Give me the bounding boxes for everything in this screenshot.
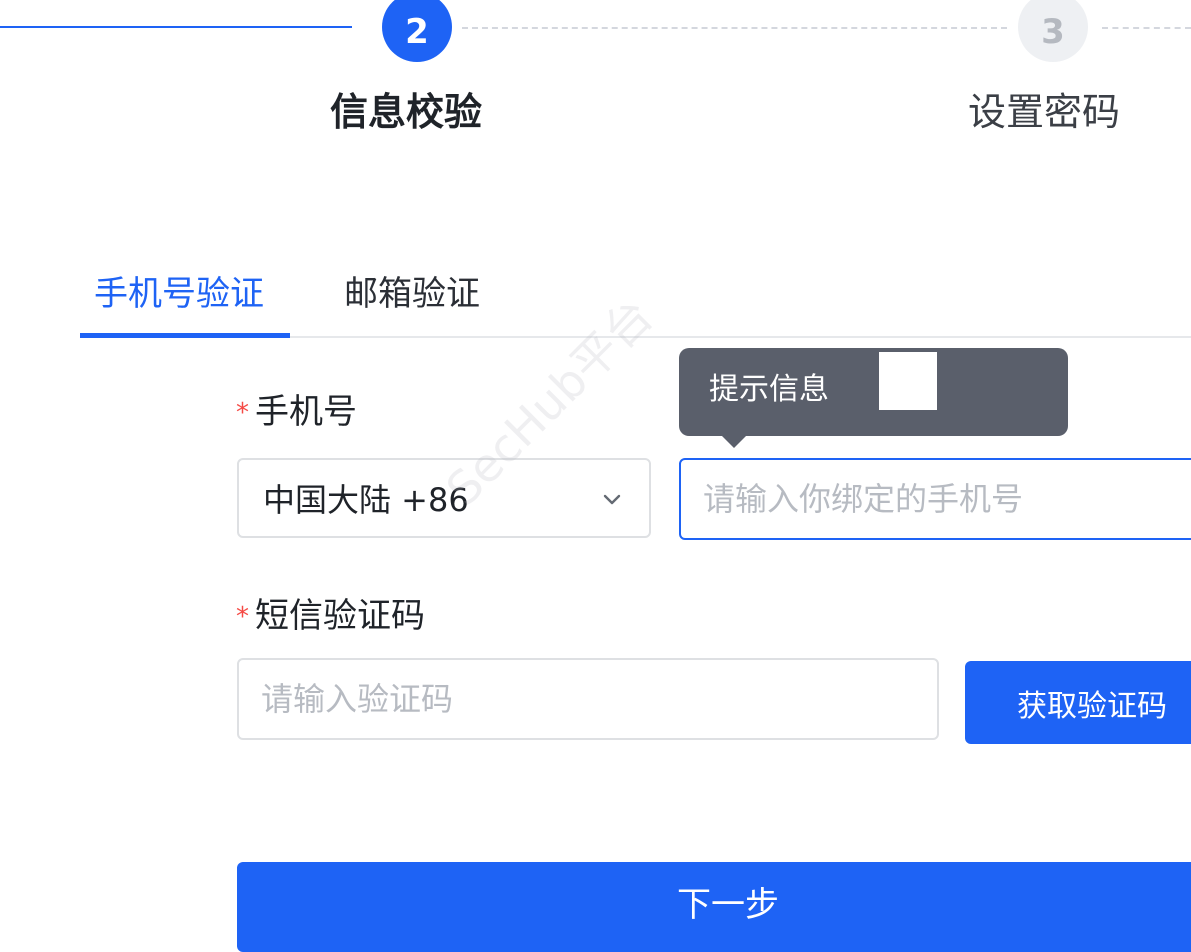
step-3-indicator: 3 [1018, 0, 1088, 62]
phone-label-text: 手机号 [255, 392, 357, 432]
step-connector-pending-trailing [1102, 27, 1191, 29]
sms-code-label-text: 短信验证码 [255, 596, 425, 636]
step-3-title: 设置密码 [968, 90, 1121, 134]
verification-tabs: 手机号验证 邮箱验证 [80, 262, 1191, 338]
region-select-value: 中国大陆 +86 [263, 481, 469, 519]
step-2-title: 信息校验 [330, 90, 483, 134]
tooltip: 提示信息 [679, 348, 1068, 448]
sms-code-label: * 短信验证码 [236, 592, 425, 643]
tab-phone-verification[interactable]: 手机号验证 [94, 270, 264, 318]
sms-code-input[interactable] [237, 658, 939, 740]
region-select[interactable]: 中国大陆 +86 [237, 458, 651, 538]
tooltip-arrow [722, 436, 746, 448]
chevron-down-icon [603, 494, 621, 505]
required-mark: * [236, 602, 249, 632]
tooltip-placeholder-box [879, 352, 937, 410]
get-code-button[interactable]: 获取验证码 [965, 661, 1191, 744]
required-mark: * [236, 398, 249, 428]
tab-email-verification[interactable]: 邮箱验证 [344, 270, 480, 318]
step-connector-pending [462, 27, 1007, 29]
tooltip-text: 提示信息 [709, 372, 829, 407]
active-tab-indicator [80, 333, 290, 338]
step-2-indicator: 2 [382, 0, 452, 62]
step-connector-completed [0, 26, 352, 28]
phone-input[interactable] [679, 458, 1191, 540]
phone-label: * 手机号 [236, 388, 357, 439]
